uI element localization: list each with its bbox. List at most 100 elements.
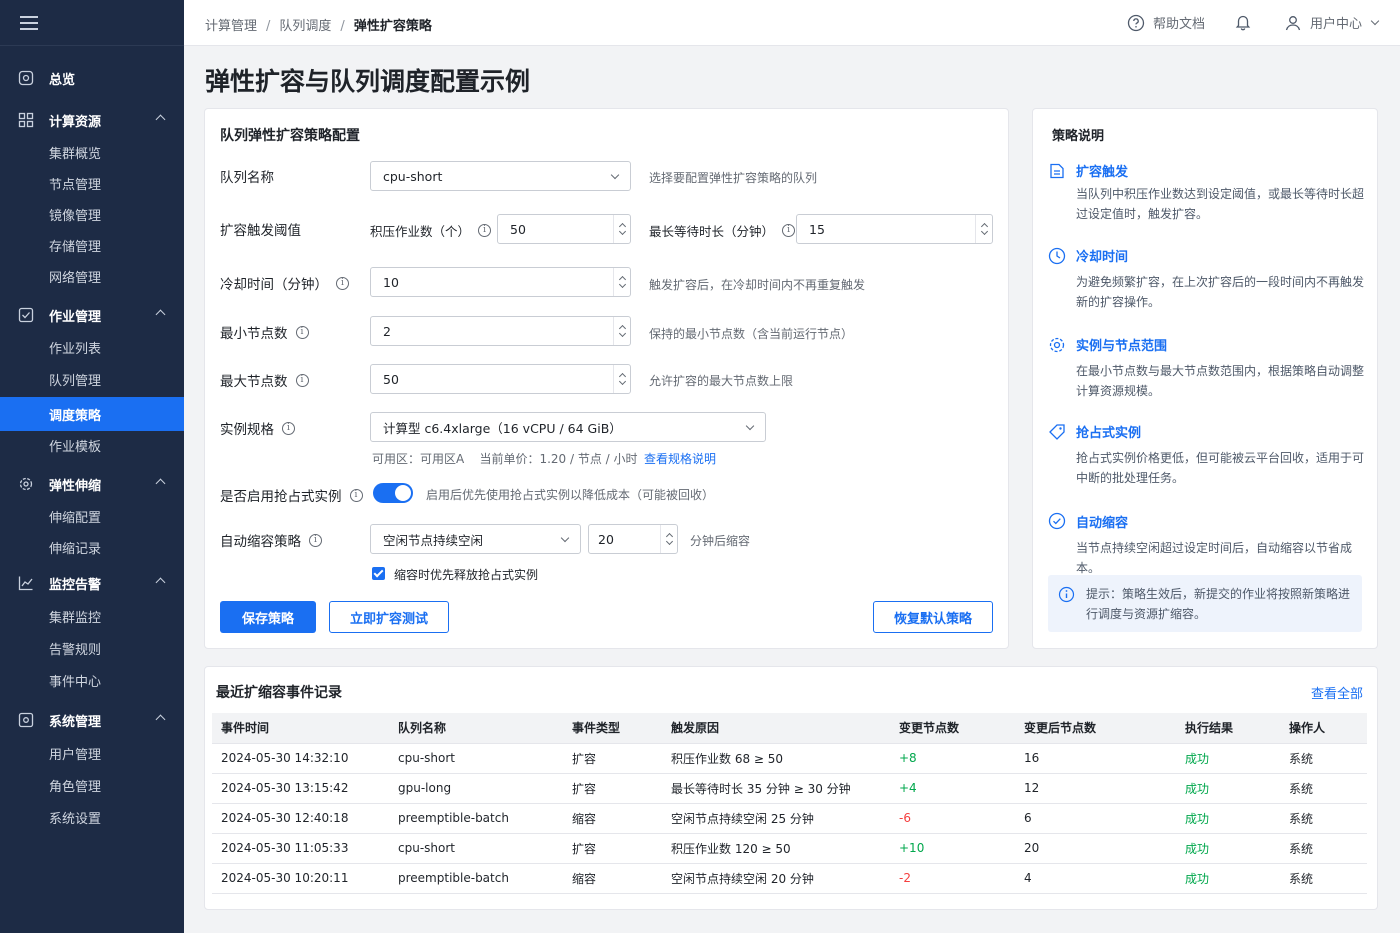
column-header[interactable]: 变更节点数: [890, 713, 1015, 744]
sidebar-group-compute[interactable]: 计算资源: [0, 104, 184, 136]
info-icon[interactable]: i: [349, 488, 363, 502]
number-stepper[interactable]: [613, 268, 630, 296]
sidebar-item-scaling-config[interactable]: 伸缩配置: [0, 500, 184, 532]
explain-item-text: 抢占式实例价格更低，但可能被云平台回收，适用于可中断的批处理任务。: [1076, 451, 1365, 485]
label-text: 实例规格: [220, 422, 274, 438]
preemptible-label: 是否启用抢占式实例 i: [220, 485, 363, 505]
sidebar-item-system-settings[interactable]: 系统设置: [0, 801, 184, 833]
compute-resources-icon: [18, 112, 34, 128]
sidebar-item-role-management[interactable]: 角色管理: [0, 769, 184, 801]
cell-delta: +10: [890, 833, 1015, 864]
monitoring-chart-icon: [18, 575, 34, 591]
queue-name-select[interactable]: cpu-short: [370, 161, 631, 191]
input-value: 20: [598, 531, 614, 547]
cell-type: 扩容: [563, 833, 662, 864]
sidebar-group-autoscaling[interactable]: 弹性伸缩: [0, 468, 184, 500]
sidebar-item-cluster-monitoring[interactable]: 集群监控: [0, 600, 184, 632]
column-header[interactable]: 队列名称: [389, 713, 563, 744]
sidebar-item-storage-management[interactable]: 存储管理: [0, 229, 184, 261]
sidebar-item-network-management[interactable]: 网络管理: [0, 260, 184, 292]
sidebar-item-scaling-records[interactable]: 伸缩记录: [0, 531, 184, 563]
sidebar-item-job-list[interactable]: 作业列表: [0, 331, 184, 363]
view-all-link[interactable]: 查看全部: [1311, 683, 1363, 702]
sidebar-item-node-management[interactable]: 节点管理: [0, 167, 184, 199]
number-stepper[interactable]: [613, 215, 630, 243]
sidebar-group-jobs[interactable]: 作业管理: [0, 299, 184, 331]
sidebar-item-event-center[interactable]: 事件中心: [0, 664, 184, 696]
spec-docs-link[interactable]: 查看规格说明: [644, 450, 716, 467]
select-value: 计算型 c6.4xlarge（16 vCPU / 64 GiB）: [383, 420, 622, 436]
column-header[interactable]: 事件类型: [563, 713, 662, 744]
sidebar-item-label: 作业模板: [49, 439, 102, 455]
info-icon[interactable]: i: [336, 276, 349, 290]
scale-test-button[interactable]: 立即扩容测试: [329, 601, 449, 633]
info-icon[interactable]: i: [309, 533, 322, 547]
sidebar-item-label: 作业列表: [49, 341, 102, 357]
breadcrumb-item[interactable]: 队列调度: [279, 19, 331, 34]
menu-toggle-icon[interactable]: [20, 15, 38, 30]
release-preemptible-checkbox[interactable]: [372, 567, 385, 580]
cell-reason: 积压作业数 120 ≥ 50: [662, 833, 890, 864]
scale-in-mode-select[interactable]: 空闲节点持续空闲: [370, 524, 581, 554]
number-stepper[interactable]: [660, 525, 677, 553]
sidebar-group-label: 计算资源: [49, 114, 102, 130]
max-wait-input[interactable]: 15: [796, 214, 993, 244]
info-icon[interactable]: i: [478, 224, 492, 237]
table-row[interactable]: 2024-05-30 13:15:42 gpu-long 扩容 最长等待时长 3…: [212, 773, 1367, 804]
sidebar-item-overview[interactable]: 总览: [0, 62, 184, 94]
min-nodes-input[interactable]: 2: [370, 316, 631, 346]
select-value: 空闲节点持续空闲: [383, 532, 484, 548]
help-docs-link[interactable]: 帮助文档: [1127, 13, 1205, 32]
status-badge: 成功: [1176, 863, 1280, 894]
chevron-down-icon: [745, 421, 755, 431]
cell-operator: 系统: [1280, 803, 1367, 834]
table-row[interactable]: 2024-05-30 10:20:11 preemptible-batch 缩容…: [212, 863, 1367, 894]
table-row[interactable]: 2024-05-30 11:05:33 cpu-short 扩容 积压作业数 1…: [212, 833, 1367, 864]
info-icon[interactable]: i: [282, 421, 295, 435]
column-header[interactable]: 触发原因: [662, 713, 890, 744]
sidebar-group-monitoring[interactable]: 监控告警: [0, 567, 184, 599]
column-header[interactable]: 事件时间: [212, 713, 389, 744]
instance-spec-label: 实例规格 i: [220, 418, 295, 438]
save-policy-button[interactable]: 保存策略: [220, 601, 316, 633]
sidebar-group-system[interactable]: 系统管理: [0, 704, 184, 736]
breadcrumb: 计算管理 / 队列调度 / 弹性扩容策略: [205, 15, 432, 34]
info-icon[interactable]: i: [782, 224, 796, 237]
sidebar-item-alert-rules[interactable]: 告警规则: [0, 632, 184, 664]
notifications-button[interactable]: [1234, 13, 1252, 31]
number-stepper[interactable]: [613, 365, 630, 393]
column-header[interactable]: 变更后节点数: [1015, 713, 1176, 744]
backlog-jobs-input[interactable]: 50: [497, 214, 631, 244]
number-stepper[interactable]: [975, 215, 992, 243]
info-icon[interactable]: i: [295, 325, 309, 339]
scale-in-minutes-input[interactable]: 20: [588, 524, 678, 554]
sidebar-item-queue-management[interactable]: 队列管理: [0, 363, 184, 395]
table-row[interactable]: 2024-05-30 14:32:10 cpu-short 扩容 积压作业数 6…: [212, 743, 1367, 774]
user-center-menu[interactable]: 用户中心: [1284, 13, 1380, 32]
sidebar-item-job-templates[interactable]: 作业模板: [0, 429, 184, 461]
sidebar-item-cluster-overview[interactable]: 集群概览: [0, 136, 184, 168]
trigger-document-icon: [1048, 162, 1066, 180]
cell-type: 缩容: [563, 803, 662, 834]
label-text: 积压作业数（个）: [370, 224, 471, 239]
sidebar-item-user-management[interactable]: 用户管理: [0, 737, 184, 769]
reset-default-button[interactable]: 恢复默认策略: [873, 601, 993, 633]
preemptible-toggle[interactable]: [373, 483, 413, 503]
user-icon: [1284, 14, 1302, 32]
max-nodes-input[interactable]: 50: [370, 364, 631, 394]
sidebar-item-scheduling-policy[interactable]: 调度策略: [0, 397, 184, 431]
sidebar-group-label: 作业管理: [49, 309, 102, 325]
cooldown-input[interactable]: 10: [370, 267, 631, 297]
table-row[interactable]: 2024-05-30 12:40:18 preemptible-batch 缩容…: [212, 803, 1367, 834]
release-preemptible-label[interactable]: 缩容时优先释放抢占式实例: [394, 566, 538, 583]
number-stepper[interactable]: [613, 317, 630, 345]
breadcrumb-item[interactable]: 计算管理: [205, 19, 257, 34]
column-header[interactable]: 执行结果: [1176, 713, 1280, 744]
sidebar-item-label: 伸缩配置: [49, 510, 102, 526]
breadcrumb-separator: /: [266, 19, 271, 34]
sidebar-item-image-management[interactable]: 镜像管理: [0, 198, 184, 230]
instance-spec-select[interactable]: 计算型 c6.4xlarge（16 vCPU / 64 GiB）: [370, 412, 766, 442]
cell-queue: preemptible-batch: [389, 863, 563, 894]
info-icon[interactable]: i: [295, 373, 309, 387]
column-header[interactable]: 操作人: [1280, 713, 1367, 744]
